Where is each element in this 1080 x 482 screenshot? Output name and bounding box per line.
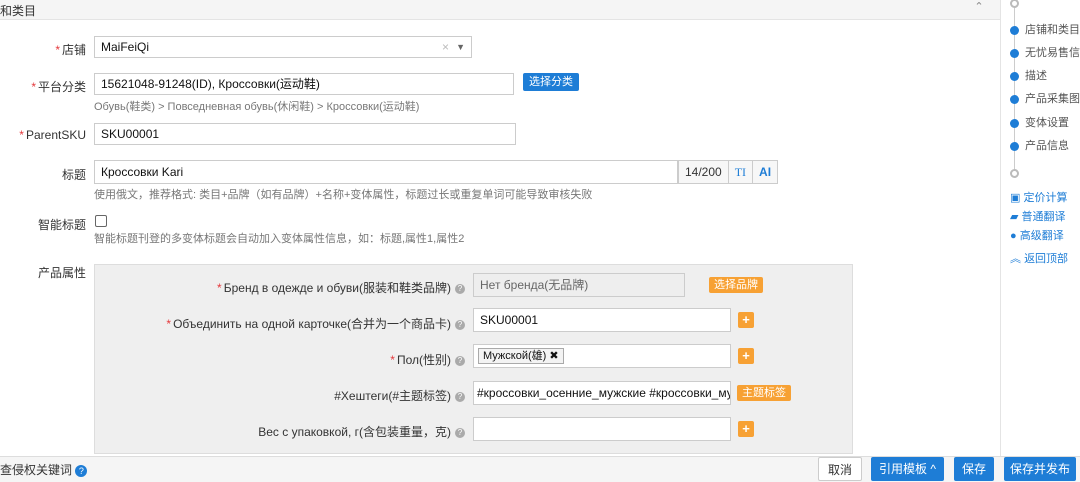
- hashtags-button[interactable]: 主题标签: [737, 385, 791, 401]
- attributes-label: 产品属性: [37, 266, 86, 280]
- chat-icon: ●: [1010, 230, 1017, 242]
- brand-input[interactable]: Нет бренда(无品牌): [473, 273, 685, 297]
- help-icon: ?: [455, 427, 465, 438]
- nav-item-description[interactable]: 描述: [1010, 67, 1047, 83]
- category-input[interactable]: 15621048-91248(ID), Кроссовки(运动鞋): [94, 73, 514, 95]
- smart-title-label: 智能标题: [37, 218, 86, 232]
- clear-icon[interactable]: ×: [442, 37, 449, 57]
- calculator-icon: ▣: [1010, 192, 1021, 204]
- gender-tag: Мужской(雄) ✖: [478, 348, 564, 364]
- hashtags-input[interactable]: #кроссовки_осенние_мужские #кроссовки_му: [473, 381, 731, 405]
- back-to-top-link[interactable]: ︽ 返回顶部: [1010, 250, 1068, 266]
- basic-translate-link[interactable]: ▰ 普通翻译: [1010, 208, 1066, 224]
- hashtags-row-label: #Хештеги(#主题标签)?: [95, 387, 465, 403]
- pricing-calc-link[interactable]: ▣ 定价计算: [1010, 189, 1067, 205]
- gender-select[interactable]: Мужской(雄) ✖: [473, 344, 731, 368]
- nav-dot-icon: [1010, 48, 1019, 58]
- store-select[interactable]: MaiFeiQi × ▼: [94, 36, 472, 58]
- title-label: 标题: [61, 168, 86, 182]
- parent-sku-input[interactable]: SKU00001: [94, 123, 516, 145]
- category-path: Обувь(鞋类) > Повседневная обувь(休闲鞋) > Кр…: [94, 101, 420, 113]
- attributes-panel: * Бренд в одежде и обуви(服装和鞋类品牌)? Нет бр…: [94, 264, 853, 454]
- nav-dot-icon: [1010, 94, 1019, 104]
- select-category-button[interactable]: 选择分类: [523, 73, 579, 91]
- nav-dot-icon: [1010, 118, 1019, 128]
- add-icon[interactable]: +: [738, 348, 754, 364]
- section-title: 和类目: [0, 4, 37, 18]
- title-input[interactable]: Кроссовки Kari: [94, 160, 678, 184]
- add-icon[interactable]: +: [738, 421, 754, 437]
- help-icon: ?: [455, 355, 465, 366]
- smart-title-hint: 智能标题刊登的多变体标题会自动加入变体属性信息，如：标题,属性1,属性2: [94, 233, 465, 245]
- remove-tag-icon[interactable]: ✖: [549, 350, 558, 362]
- right-nav: 店铺和类目 无忧易售信息 描述 产品采集图 变体设置 产品信息 ▣ 定价计算 ▰…: [1000, 0, 1080, 456]
- smart-title-checkbox[interactable]: [95, 215, 107, 227]
- nav-item-product-info[interactable]: 产品信息: [1010, 137, 1069, 153]
- weight-row-label: Вес с упаковкой, г(含包装重量，克)?: [95, 423, 465, 439]
- title-char-counter: 14/200: [685, 165, 722, 179]
- category-label: * 平台分类: [31, 80, 86, 94]
- title-toolbar: 14/200 TI AI: [678, 160, 779, 184]
- title-hint: 使用俄文，推荐格式: 类目+品牌（如有品牌）+名称+变体属性，标题过长或重复单词…: [94, 189, 593, 201]
- nav-item-images[interactable]: 产品采集图: [1010, 90, 1080, 106]
- dropdown-arrow-icon[interactable]: ▼: [456, 37, 465, 57]
- nav-dot-icon: [1010, 141, 1019, 151]
- nav-dot-icon: [1010, 169, 1019, 179]
- select-brand-button[interactable]: 选择品牌: [709, 277, 763, 293]
- nav-dot-icon: [1010, 0, 1019, 9]
- save-publish-button[interactable]: 保存并发布: [1004, 457, 1076, 481]
- nav-dot-icon: [1010, 71, 1019, 81]
- use-template-button[interactable]: 引用模板 ^: [871, 457, 944, 481]
- question-icon[interactable]: ?: [75, 464, 88, 477]
- help-icon: ?: [455, 391, 465, 402]
- help-icon: ?: [455, 283, 465, 294]
- advanced-translate-link[interactable]: ● 高级翻译: [1010, 227, 1064, 243]
- ai-button[interactable]: AI: [752, 161, 777, 183]
- add-icon[interactable]: +: [738, 312, 754, 328]
- store-label: * 店铺: [55, 43, 86, 57]
- nav-item-store[interactable]: 店铺和类目: [1010, 21, 1080, 37]
- text-format-button[interactable]: TI: [727, 161, 752, 183]
- merge-card-input[interactable]: SKU00001: [473, 308, 731, 332]
- nav-item-variants[interactable]: 变体设置: [1010, 114, 1069, 130]
- brand-row-label: * Бренд в одежде и обуви(服装和鞋类品牌)?: [95, 279, 465, 295]
- section-header: 和类目 ⌃: [0, 0, 1000, 20]
- gender-row-label: * Пол(性别)?: [95, 351, 465, 367]
- double-chevron-up-icon: ︽: [1010, 253, 1021, 265]
- footer-bar: 查侵权关键词 ? 取消 引用模板 ^ 保存 保存并发布: [0, 456, 1080, 482]
- merge-card-row-label: * Объединить на одной карточке(合并为一个商品卡)?: [95, 315, 465, 331]
- weight-input[interactable]: [473, 417, 731, 441]
- infringement-keyword-check[interactable]: 查侵权关键词 ?: [0, 461, 88, 478]
- nav-dot-icon: [1010, 25, 1019, 35]
- chevron-up-icon: ^: [930, 462, 936, 476]
- chevron-up-icon[interactable]: ⌃: [968, 0, 990, 18]
- book-icon: ▰: [1010, 211, 1019, 223]
- nav-item-info[interactable]: 无忧易售信息: [1010, 44, 1080, 60]
- help-icon: ?: [455, 319, 465, 330]
- save-button[interactable]: 保存: [954, 457, 994, 481]
- parent-sku-label: * ParentSKU: [19, 128, 86, 142]
- cancel-button[interactable]: 取消: [818, 457, 862, 481]
